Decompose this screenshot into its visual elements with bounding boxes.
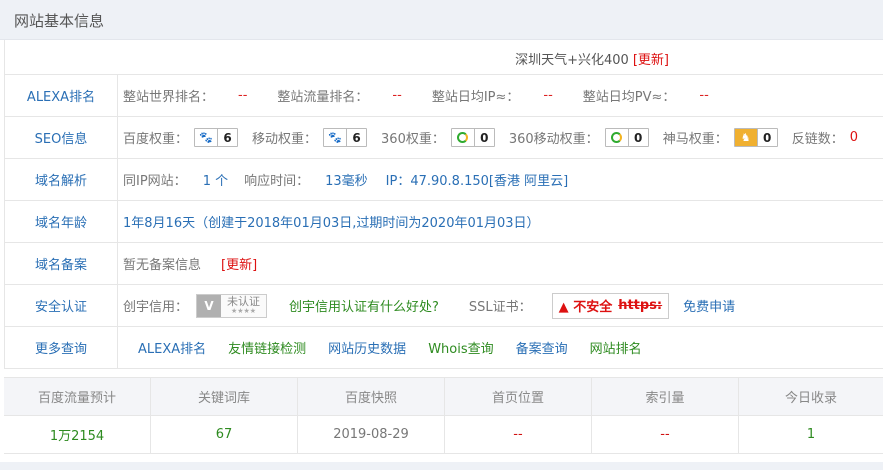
baidu-weight-badge[interactable]: 🐾 6 [194, 128, 239, 147]
stats-header-row: 百度流量预计 关键词库 百度快照 首页位置 索引量 今日收录 [4, 378, 883, 416]
more-label: 更多查询 [5, 327, 118, 368]
link-site-rank[interactable]: 网站排名 [590, 338, 642, 357]
link-history[interactable]: 网站历史数据 [328, 338, 406, 357]
security-row: 安全认证 创宇信用： V 未认证 ★★★★ 创宇信用认证有什么好处? SSL证书… [5, 285, 883, 327]
seo-label: SEO信息 [5, 117, 118, 158]
security-values: 创宇信用： V 未认证 ★★★★ 创宇信用认证有什么好处? SSL证书： ▲ 不… [123, 285, 735, 326]
alexa-label: ALEXA排名 [5, 75, 118, 116]
weather-row: 深圳天气+兴化400 [更新] [5, 40, 883, 75]
stats-header: 百度快照 [298, 378, 445, 415]
alexa-values: 整站世界排名： -- 整站流量排名： -- 整站日均IP≈： -- 整站日均PV… [123, 75, 739, 116]
baidu-paw-icon: 🐾 [324, 129, 347, 146]
stats-header: 首页位置 [445, 378, 592, 415]
dns-values: 同IP网站： 1 个 响应时间： 13毫秒 IP：47.90.8.150[香港 … [123, 159, 568, 200]
today-indexed-value[interactable]: 1 [739, 416, 883, 453]
homepage-position-value: -- [445, 416, 592, 453]
more-row: 更多查询 ALEXA排名 友情链接检测 网站历史数据 Whois查询 备案查询 … [5, 327, 883, 369]
weather-info: 深圳天气+兴化400 [更新] [515, 49, 669, 68]
domain-age-text: 1年8月16天（创建于2018年01月03日,过期时间为2020年01月03日） [123, 216, 540, 231]
keyword-count-value[interactable]: 67 [151, 416, 298, 453]
icp-values: 暂无备案信息 [更新] [123, 243, 257, 284]
shenma-weight-value: 0 [756, 129, 777, 146]
dns-row: 域名解析 同IP网站： 1 个 响应时间： 13毫秒 IP：47.90.8.15… [5, 159, 883, 201]
traffic-rank-key: 整站流量排名： [277, 90, 369, 105]
mobile-weight-value: 6 [346, 129, 366, 146]
link-friend-links[interactable]: 友情链接检测 [228, 338, 306, 357]
ssl-https-text: https: [618, 298, 663, 313]
response-time-value: 13毫秒 [325, 174, 368, 189]
seo-values: 百度权重： 🐾 6 移动权重： 🐾 6 360权重： 0 360移动权重： 0 … [123, 117, 858, 158]
security-label: 安全认证 [5, 285, 118, 326]
stats-table: 百度流量预计 关键词库 百度快照 首页位置 索引量 今日收录 1万2154 67… [4, 377, 883, 454]
shenma-weight-badge[interactable]: ♞ 0 [733, 128, 778, 147]
ssl-key: SSL证书： [468, 300, 532, 315]
s360-logo-icon [605, 129, 628, 146]
baidu-weight-value: 6 [217, 129, 237, 146]
baidu-weight-key: 百度权重： [123, 132, 189, 147]
stats-value-row: 1万2154 67 2019-08-29 -- -- 1 [4, 416, 883, 454]
backlink-value[interactable]: 0 [850, 130, 858, 145]
response-time-key: 响应时间： [244, 174, 310, 189]
s360-mobile-weight-value: 0 [627, 129, 648, 146]
panel-header: 网站基本信息 [0, 0, 883, 40]
age-row: 域名年龄 1年8月16天（创建于2018年01月03日,过期时间为2020年01… [5, 201, 883, 243]
icp-text: 暂无备案信息 [123, 258, 202, 273]
stats-header: 今日收录 [784, 391, 837, 406]
same-ip-value[interactable]: 1 个 [203, 170, 228, 189]
traffic-rank-value: -- [392, 88, 402, 103]
credit-key: 创宇信用： [123, 300, 189, 315]
baidu-snapshot-value[interactable]: 2019-08-29 [298, 416, 445, 453]
weather-update-link[interactable]: [更新] [633, 53, 669, 68]
daily-pv-key: 整站日均PV≈： [582, 90, 676, 105]
more-links: ALEXA排名 友情链接检测 网站历史数据 Whois查询 备案查询 网站排名 [138, 327, 664, 368]
index-count-value[interactable]: -- [592, 416, 739, 453]
s360-mobile-weight-key: 360移动权重： [508, 132, 599, 147]
verified-v-icon: V [197, 294, 222, 317]
shenma-horse-icon: ♞ [734, 129, 757, 146]
credit-badge-text: 未认证 [227, 294, 261, 308]
ssl-warning-text: ▲ 不安全 [558, 300, 613, 315]
ip-address[interactable]: IP：47.90.8.150[香港 阿里云] [386, 170, 569, 189]
link-alexa[interactable]: ALEXA排名 [138, 338, 206, 357]
stats-header: 索引量 [592, 378, 739, 415]
baidu-paw-icon: 🐾 [195, 129, 218, 146]
link-whois[interactable]: Whois查询 [428, 338, 493, 357]
seo-row: SEO信息 百度权重： 🐾 6 移动权重： 🐾 6 360权重： 0 360移动… [5, 117, 883, 159]
alexa-row: ALEXA排名 整站世界排名： -- 整站流量排名： -- 整站日均IP≈： -… [5, 75, 883, 117]
shenma-weight-key: 神马权重： [662, 132, 728, 147]
dns-label: 域名解析 [5, 159, 118, 200]
credit-benefit-link[interactable]: 创宇信用认证有什么好处? [289, 296, 439, 315]
icp-label: 域名备案 [5, 243, 118, 284]
world-rank-value: -- [238, 88, 248, 103]
info-table: 深圳天气+兴化400 [更新] ALEXA排名 整站世界排名： -- 整站流量排名… [4, 40, 883, 369]
mobile-weight-key: 移动权重： [252, 132, 318, 147]
daily-ip-value: -- [543, 88, 553, 103]
credit-badge-stars: ★★★★ [230, 306, 257, 315]
stats-header: 百度流量预计 [4, 378, 151, 415]
stats-header: 关键词库 [151, 378, 298, 415]
link-icp-query[interactable]: 备案查询 [516, 338, 568, 357]
weather-text[interactable]: 深圳天气+兴化400 [515, 53, 629, 68]
world-rank-key: 整站世界排名： [123, 90, 215, 105]
bottom-bar [0, 462, 883, 470]
ssl-apply-link[interactable]: 免费申请 [683, 296, 735, 315]
s360-weight-value: 0 [473, 129, 494, 146]
credit-badge[interactable]: V 未认证 ★★★★ [196, 293, 268, 318]
daily-pv-value: -- [699, 88, 709, 103]
same-ip-key: 同IP网站： [123, 174, 187, 189]
icp-row: 域名备案 暂无备案信息 [更新] [5, 243, 883, 285]
backlink-key: 反链数： [791, 132, 844, 147]
s360-weight-badge[interactable]: 0 [450, 128, 495, 147]
icp-update-link[interactable]: [更新] [221, 254, 257, 273]
baidu-traffic-value[interactable]: 1万2154 [4, 416, 151, 453]
mobile-weight-badge[interactable]: 🐾 6 [323, 128, 368, 147]
s360-weight-key: 360权重： [381, 132, 445, 147]
ssl-badge[interactable]: ▲ 不安全 https: [551, 292, 670, 319]
s360-mobile-weight-badge[interactable]: 0 [604, 128, 649, 147]
daily-ip-key: 整站日均IP≈： [431, 90, 520, 105]
panel-title: 网站基本信息 [14, 12, 105, 30]
s360-logo-icon [451, 129, 474, 146]
age-label: 域名年龄 [5, 201, 118, 242]
